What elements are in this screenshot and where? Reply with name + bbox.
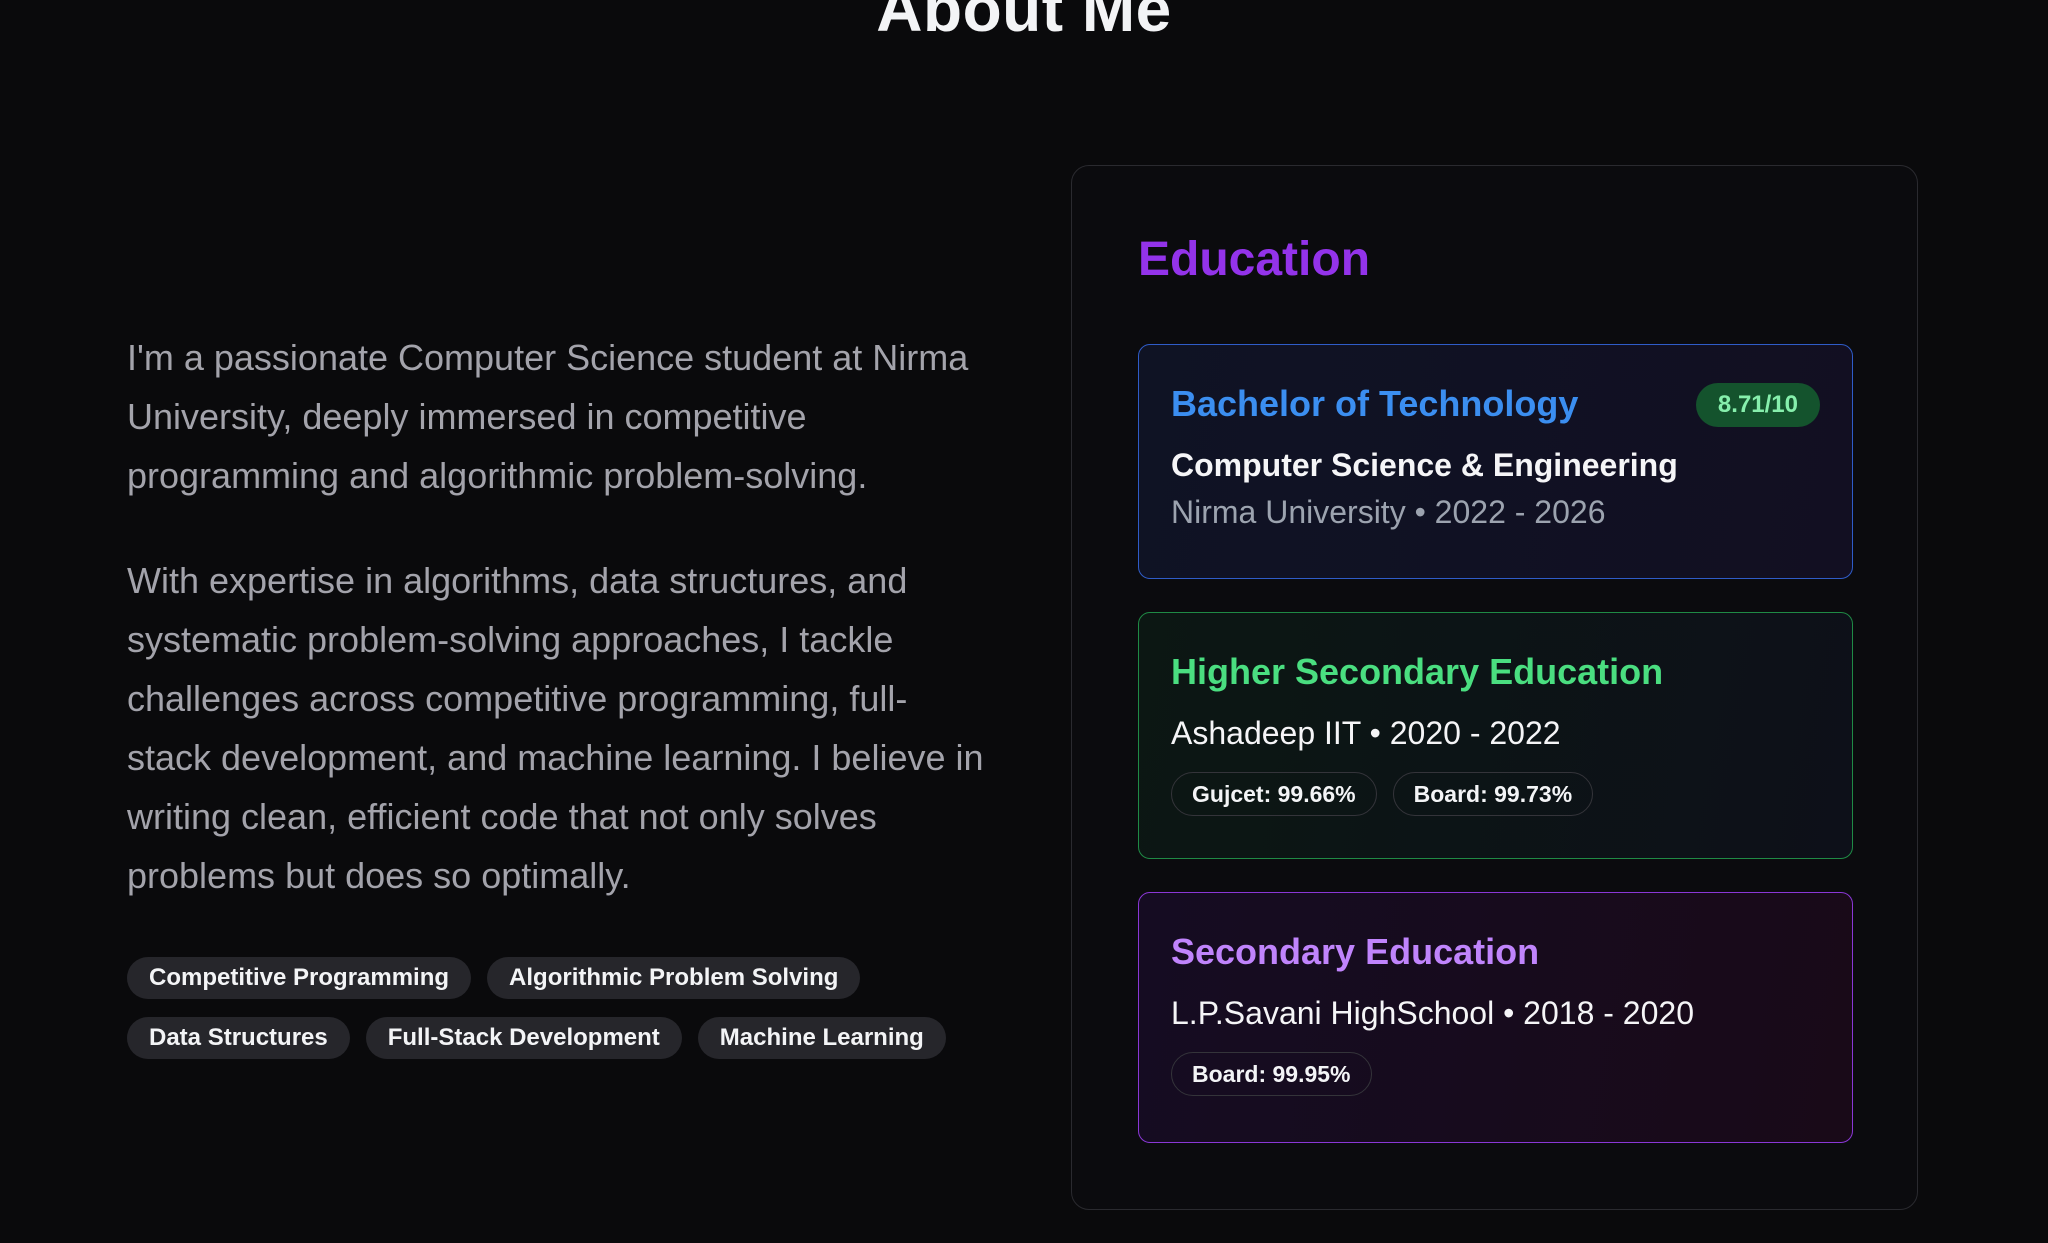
section-title: About Me	[876, 0, 1172, 45]
tag-machine-learning: Machine Learning	[697, 1017, 946, 1059]
tag-algorithmic-problem-solving: Algorithmic Problem Solving	[487, 957, 861, 999]
btech-meta: Nirma University • 2022 - 2026	[1171, 494, 1606, 530]
hse-title: Higher Secondary Education	[1171, 651, 1664, 692]
about-paragraph-1: I'm a passionate Computer Science studen…	[127, 337, 969, 496]
education-card-btech: Bachelor of Technology 8.71/10 Computer …	[1138, 344, 1853, 579]
se-meta: L.P.Savani HighSchool • 2018 - 2020	[1171, 995, 1694, 1031]
about-text-column: I'm a passionate Computer Science studen…	[127, 328, 987, 1059]
score-badge-board: Board: 99.95%	[1171, 1052, 1372, 1096]
hse-meta: Ashadeep IIT • 2020 - 2022	[1171, 715, 1561, 751]
se-title: Secondary Education	[1171, 931, 1540, 972]
about-paragraph-2: With expertise in algorithms, data struc…	[127, 560, 984, 896]
education-card-secondary: Secondary Education L.P.Savani HighSchoo…	[1138, 892, 1853, 1143]
btech-field: Computer Science & Engineering	[1171, 447, 1678, 483]
hse-scores: Gujcet: 99.66% Board: 99.73%	[1171, 772, 1820, 816]
gpa-badge: 8.71/10	[1695, 383, 1820, 427]
score-badge-gujcet: Gujcet: 99.66%	[1171, 772, 1377, 816]
tag-data-structures: Data Structures	[127, 1017, 350, 1059]
skill-tags: Competitive Programming Algorithmic Prob…	[127, 957, 987, 1059]
tag-full-stack-development: Full-Stack Development	[365, 1017, 682, 1059]
education-card-higher-secondary: Higher Secondary Education Ashadeep IIT …	[1138, 612, 1853, 859]
education-heading: Education	[1138, 233, 1371, 286]
score-badge-board: Board: 99.73%	[1392, 772, 1594, 816]
education-panel: Education Bachelor of Technology 8.71/10…	[1071, 165, 1918, 1210]
se-scores: Board: 99.95%	[1171, 1052, 1820, 1096]
tag-competitive-programming: Competitive Programming	[127, 957, 472, 999]
about-section: About Me I'm a passionate Computer Scien…	[0, 0, 2048, 1243]
